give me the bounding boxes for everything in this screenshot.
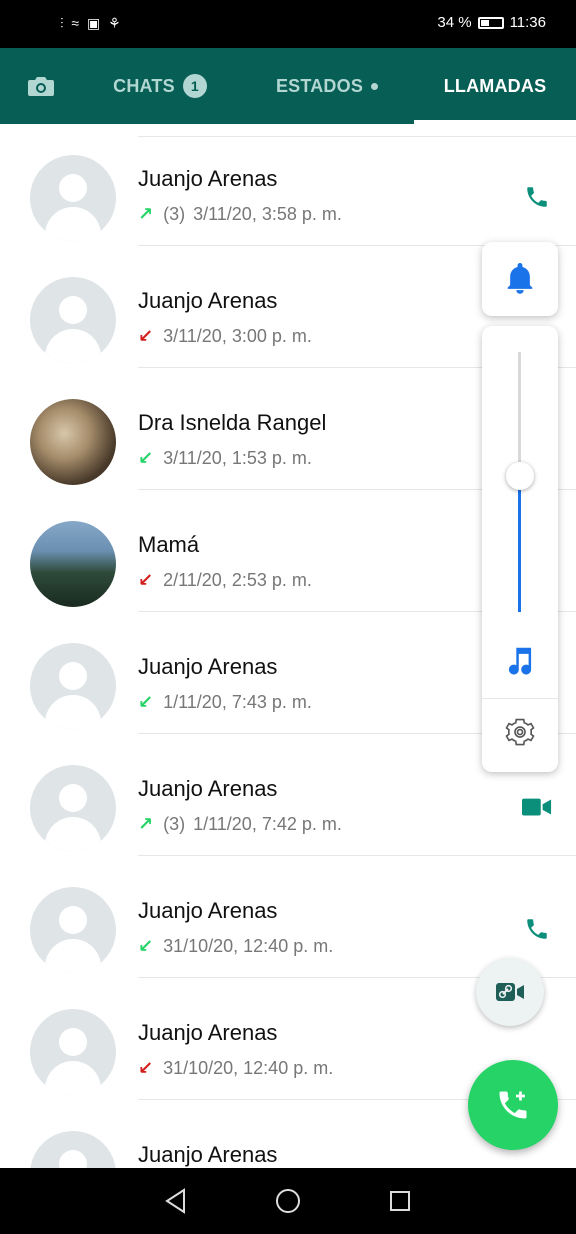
tab-estados[interactable]: ESTADOS <box>252 48 402 124</box>
volume-slider-thumb[interactable] <box>506 462 534 490</box>
call-row[interactable]: Juanjo Arenas ↙ 31/10/20, 12:40 p. m. <box>0 856 576 978</box>
incoming-arrow-icon: ↙ <box>138 692 154 712</box>
tab-llamadas[interactable]: LLAMADAS <box>414 48 576 124</box>
status-right: 34 % 11:36 <box>437 14 546 31</box>
video-link-icon <box>496 983 524 1001</box>
call-time: 3/11/20, 3:00 p. m. <box>163 326 312 346</box>
divider <box>482 698 558 699</box>
call-detail: ↙ 31/10/20, 12:40 p. m. <box>138 936 333 957</box>
home-button[interactable] <box>268 1181 308 1221</box>
default-avatar[interactable] <box>30 887 116 973</box>
tab-camera[interactable] <box>18 48 64 124</box>
contact-photo-avatar[interactable] <box>30 521 116 607</box>
status-bar: ⫶ ≈ ▣ ⚘ 34 % 11:36 <box>0 0 576 48</box>
voice-call-icon[interactable] <box>522 182 552 212</box>
call-time: 31/10/20, 12:40 p. m. <box>163 936 334 956</box>
call-count: (3) <box>163 814 186 834</box>
tab-chats-label: CHATS <box>113 75 175 96</box>
outgoing-arrow-icon: ↗ <box>138 814 154 834</box>
call-count: (3) <box>163 204 186 224</box>
incoming-arrow-icon: ↙ <box>138 936 154 956</box>
default-avatar[interactable] <box>30 1009 116 1095</box>
music-note-icon[interactable] <box>504 642 536 678</box>
call-time: 31/10/20, 12:40 p. m. <box>163 1058 334 1078</box>
call-detail: ↙ 3/11/20, 3:00 p. m. <box>138 326 312 347</box>
missed-arrow-icon: ↙ <box>138 1058 154 1078</box>
camera-icon <box>28 77 54 96</box>
default-avatar[interactable] <box>30 643 116 729</box>
recents-button[interactable] <box>380 1181 420 1221</box>
volume-panel <box>482 326 558 772</box>
default-avatar[interactable] <box>30 155 116 241</box>
contact-name: Juanjo Arenas <box>138 288 278 313</box>
call-time: 3/11/20, 3:58 p. m. <box>193 204 342 224</box>
new-status-dot <box>371 82 379 90</box>
status-icons: ⫶ ≈ ▣ ⚘ <box>60 15 123 31</box>
recents-square-icon <box>390 1191 410 1211</box>
back-button[interactable] <box>156 1181 196 1221</box>
settings-gear-icon[interactable] <box>504 716 536 748</box>
call-detail: ↗ (3) 3/11/20, 3:58 p. m. <box>138 204 342 225</box>
call-detail: ↙ 31/10/20, 12:40 p. m. <box>138 1058 333 1079</box>
contact-photo-avatar[interactable] <box>30 399 116 485</box>
call-row[interactable]: Juanjo Arenas ↗ (3) 3/11/20, 3:58 p. m. <box>0 124 576 246</box>
missed-arrow-icon: ↙ <box>138 326 154 346</box>
clock: 11:36 <box>509 14 546 31</box>
contact-name: Juanjo Arenas <box>138 1142 278 1167</box>
call-detail: ↙ 1/11/20, 7:43 p. m. <box>138 692 312 713</box>
tab-bar: CHATS 1 ESTADOS LLAMADAS <box>0 48 576 124</box>
tab-chats[interactable]: CHATS 1 <box>90 48 230 124</box>
tab-llamadas-label: LLAMADAS <box>443 75 547 96</box>
contact-name: Dra Isnelda Rangel <box>138 410 327 435</box>
contact-name: Mamá <box>138 532 200 557</box>
contact-name: Juanjo Arenas <box>138 1020 278 1045</box>
system-nav-bar <box>0 1168 576 1234</box>
tab-estados-label: ESTADOS <box>275 75 364 96</box>
outgoing-arrow-icon: ↗ <box>138 204 154 224</box>
call-time: 2/11/20, 2:53 p. m. <box>163 570 312 590</box>
back-triangle-icon <box>165 1188 185 1214</box>
battery-percent: 34 % <box>437 14 472 31</box>
bell-icon <box>507 263 533 294</box>
unread-badge: 1 <box>182 74 207 98</box>
call-time: 3/11/20, 1:53 p. m. <box>163 448 312 468</box>
ringer-mode-button[interactable] <box>482 242 558 316</box>
missed-arrow-icon: ↙ <box>138 570 154 590</box>
new-call-fab[interactable] <box>468 1060 558 1150</box>
voice-call-icon[interactable] <box>522 914 552 944</box>
call-time: 1/11/20, 7:43 p. m. <box>163 692 312 712</box>
volume-fill <box>518 476 521 612</box>
contact-name: Juanjo Arenas <box>138 166 278 191</box>
call-time: 1/11/20, 7:42 p. m. <box>193 814 342 834</box>
call-detail: ↙ 3/11/20, 1:53 p. m. <box>138 448 312 469</box>
battery-icon <box>477 16 504 29</box>
incoming-arrow-icon: ↙ <box>138 448 154 468</box>
add-call-icon <box>499 1091 527 1119</box>
video-link-fab[interactable] <box>476 958 544 1026</box>
default-avatar[interactable] <box>30 277 116 363</box>
call-detail: ↙ 2/11/20, 2:53 p. m. <box>138 570 312 591</box>
default-avatar[interactable] <box>30 1131 116 1168</box>
contact-name: Juanjo Arenas <box>138 898 278 923</box>
video-call-icon[interactable] <box>522 792 552 822</box>
home-circle-icon <box>276 1189 300 1213</box>
contact-name: Juanjo Arenas <box>138 654 278 679</box>
whatsapp-calls-screen: ⫶ ≈ ▣ ⚘ 34 % 11:36 CHATS 1 ESTADOS LLAMA… <box>0 0 576 1234</box>
default-avatar[interactable] <box>30 765 116 851</box>
contact-name: Juanjo Arenas <box>138 776 278 801</box>
call-detail: ↗ (3) 1/11/20, 7:42 p. m. <box>138 814 342 835</box>
